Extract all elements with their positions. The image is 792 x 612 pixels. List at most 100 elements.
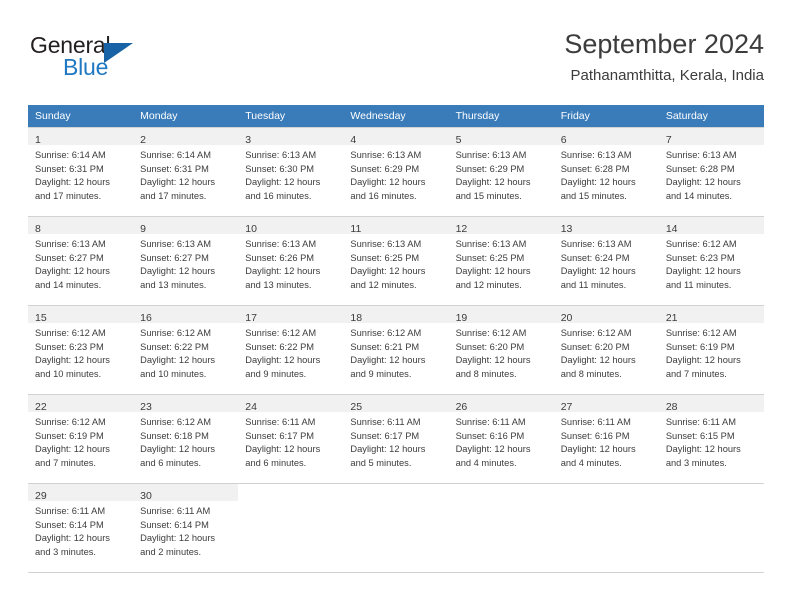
daylight-text-line2: and 17 minutes. <box>140 190 207 201</box>
weekday-header-sunday: Sunday <box>28 105 134 128</box>
day-cell[interactable]: 20 Sunrise: 6:12 AM Sunset: 6:20 PM Dayligh… <box>553 305 659 395</box>
day-cell[interactable]: 18 Sunrise: 6:12 AM Sunset: 6:21 PM Dayligh… <box>343 305 449 395</box>
day-cell[interactable]: 14 Sunrise: 6:12 AM Sunset: 6:23 PM Dayligh… <box>658 216 764 306</box>
day-cell[interactable]: 30 Sunrise: 6:11 AM Sunset: 6:14 PM Dayligh… <box>133 483 239 572</box>
daylight-text-line2: and 13 minutes. <box>245 279 312 290</box>
daylight-text-line1: Daylight: 12 hours <box>140 355 216 365</box>
daylight-text-line2: and 12 minutes. <box>455 279 522 290</box>
day-cell[interactable]: 2 Sunrise: 6:14 AM Sunset: 6:31 PM Daylight… <box>133 127 239 217</box>
sunset-text: Sunset: 6:16 PM <box>455 430 525 441</box>
daylight-text-line2: and 10 minutes. <box>35 368 102 379</box>
day-cell[interactable]: 9 Sunrise: 6:13 AM Sunset: 6:27 PM Daylight… <box>133 216 239 306</box>
daylight-text-line2: and 14 minutes. <box>665 190 732 201</box>
day-number: 9 <box>140 223 146 235</box>
day-number: 20 <box>560 312 573 324</box>
day-cell[interactable]: 25 Sunrise: 6:11 AM Sunset: 6:17 PM Dayligh… <box>343 394 449 484</box>
daylight-text-line2: and 8 minutes. <box>455 368 517 379</box>
day-number-bar: 22 <box>28 395 134 413</box>
day-cell[interactable]: 15 Sunrise: 6:12 AM Sunset: 6:23 PM Dayligh… <box>28 305 134 395</box>
daylight-text-line2: and 14 minutes. <box>35 279 102 290</box>
day-info: Sunrise: 6:14 AM Sunset: 6:31 PM Daylight:… <box>28 145 133 203</box>
sunrise-text: Sunrise: 6:12 AM <box>140 417 211 427</box>
day-info: Sunrise: 6:13 AM Sunset: 6:29 PM Daylight:… <box>449 145 554 203</box>
day-cell[interactable]: 16 Sunrise: 6:12 AM Sunset: 6:22 PM Dayligh… <box>133 305 239 395</box>
day-cell[interactable]: 23 Sunrise: 6:12 AM Sunset: 6:18 PM Dayligh… <box>133 394 239 484</box>
daylight-text-line2: and 9 minutes. <box>245 368 307 379</box>
day-number: 29 <box>35 490 47 502</box>
day-cell[interactable]: 19 Sunrise: 6:12 AM Sunset: 6:20 PM Dayligh… <box>448 305 554 395</box>
day-info: Sunrise: 6:12 AM Sunset: 6:18 PM Daylight:… <box>133 412 238 470</box>
day-cell[interactable]: 5 Sunrise: 6:13 AM Sunset: 6:29 PM Daylight… <box>448 127 554 217</box>
day-number-bar: 4 <box>343 128 449 146</box>
day-cell[interactable]: 6 Sunrise: 6:13 AM Sunset: 6:28 PM Daylight… <box>553 127 659 217</box>
daylight-text-line2: and 16 minutes. <box>350 190 417 201</box>
sunset-text: Sunset: 6:31 PM <box>35 163 104 174</box>
daylight-text-line1: Daylight: 12 hours <box>350 177 426 187</box>
day-number-bar: 14 <box>658 217 764 235</box>
sunrise-text: Sunrise: 6:12 AM <box>350 328 422 338</box>
day-number-bar: 27 <box>553 395 659 413</box>
day-number: 22 <box>35 401 47 413</box>
day-number: 6 <box>560 134 567 146</box>
daylight-text-line2: and 3 minutes. <box>35 546 96 557</box>
sunset-text: Sunset: 6:17 PM <box>245 430 315 441</box>
sunrise-text: Sunrise: 6:13 AM <box>245 239 317 249</box>
daylight-text-line2: and 4 minutes. <box>455 457 517 468</box>
day-info: Sunrise: 6:12 AM Sunset: 6:22 PM Daylight:… <box>238 323 343 381</box>
day-number: 4 <box>350 134 357 146</box>
weekday-header-wednesday: Wednesday <box>343 105 449 128</box>
day-info: Sunrise: 6:11 AM Sunset: 6:17 PM Daylight:… <box>238 412 343 470</box>
calendar-week-row: 15 Sunrise: 6:12 AM Sunset: 6:23 PM Dayligh… <box>28 305 764 395</box>
day-cell[interactable]: 8 Sunrise: 6:13 AM Sunset: 6:27 PM Daylight… <box>28 216 134 306</box>
day-cell[interactable]: 3 Sunrise: 6:13 AM Sunset: 6:30 PM Daylight… <box>238 127 344 217</box>
generalblue-logo[interactable]: General Blue <box>30 32 210 90</box>
day-number-bar: 25 <box>343 395 449 413</box>
calendar-container: Sunday Monday Tuesday Wednesday Thursday… <box>28 105 764 573</box>
sunset-text: Sunset: 6:30 PM <box>245 163 315 174</box>
day-number: 12 <box>455 223 468 235</box>
day-cell[interactable]: 1 Sunrise: 6:14 AM Sunset: 6:31 PM Daylight… <box>28 127 134 217</box>
empty-day-cell <box>553 483 659 572</box>
day-number-bar: 21 <box>658 306 764 324</box>
day-cell[interactable]: 17 Sunrise: 6:12 AM Sunset: 6:22 PM Dayligh… <box>238 305 344 395</box>
daylight-text-line1: Daylight: 12 hours <box>350 444 426 454</box>
day-cell[interactable]: 10 Sunrise: 6:13 AM Sunset: 6:26 PM Dayligh… <box>238 216 344 306</box>
day-number-bar: 30 <box>133 484 239 502</box>
day-cell[interactable]: 13 Sunrise: 6:13 AM Sunset: 6:24 PM Dayligh… <box>553 216 659 306</box>
sunset-text: Sunset: 6:27 PM <box>140 252 209 263</box>
day-info: Sunrise: 6:11 AM Sunset: 6:17 PM Daylight:… <box>343 412 448 470</box>
sunrise-text: Sunrise: 6:11 AM <box>560 417 631 427</box>
daylight-text-line1: Daylight: 12 hours <box>560 177 636 187</box>
weekday-header-friday: Friday <box>553 105 659 128</box>
daylight-text-line2: and 6 minutes. <box>245 457 307 468</box>
daylight-text-line2: and 2 minutes. <box>140 546 202 557</box>
sunrise-text: Sunrise: 6:13 AM <box>350 239 422 249</box>
day-number-bar: 18 <box>343 306 449 324</box>
logo-text-blue: Blue <box>63 54 109 80</box>
daylight-text-line1: Daylight: 12 hours <box>560 355 636 365</box>
day-cell[interactable]: 28 Sunrise: 6:11 AM Sunset: 6:15 PM Dayligh… <box>658 394 764 484</box>
day-cell[interactable]: 21 Sunrise: 6:12 AM Sunset: 6:19 PM Dayligh… <box>658 305 764 395</box>
day-cell[interactable]: 27 Sunrise: 6:11 AM Sunset: 6:16 PM Dayligh… <box>553 394 659 484</box>
day-number: 15 <box>35 312 47 324</box>
day-cell[interactable]: 26 Sunrise: 6:11 AM Sunset: 6:16 PM Dayligh… <box>448 394 554 484</box>
day-cell[interactable]: 24 Sunrise: 6:11 AM Sunset: 6:17 PM Dayligh… <box>238 394 344 484</box>
day-cell[interactable]: 11 Sunrise: 6:13 AM Sunset: 6:25 PM Dayligh… <box>343 216 449 306</box>
daylight-text-line2: and 8 minutes. <box>560 368 622 379</box>
logo-triangle-icon <box>104 43 133 63</box>
day-cell[interactable]: 4 Sunrise: 6:13 AM Sunset: 6:29 PM Daylight… <box>343 127 449 217</box>
sunrise-text: Sunrise: 6:13 AM <box>245 150 317 160</box>
sunrise-text: Sunrise: 6:11 AM <box>455 417 526 427</box>
day-number: 27 <box>560 401 573 413</box>
weekday-header-monday: Monday <box>133 105 239 128</box>
daylight-text-line1: Daylight: 12 hours <box>455 266 531 276</box>
day-cell[interactable]: 12 Sunrise: 6:13 AM Sunset: 6:25 PM Dayligh… <box>448 216 554 306</box>
day-cell[interactable]: 7 Sunrise: 6:13 AM Sunset: 6:28 PM Daylight… <box>658 127 764 217</box>
daylight-text-line1: Daylight: 12 hours <box>560 266 636 276</box>
day-info: Sunrise: 6:13 AM Sunset: 6:30 PM Daylight:… <box>238 145 343 203</box>
day-cell[interactable]: 22 Sunrise: 6:12 AM Sunset: 6:19 PM Dayligh… <box>28 394 134 484</box>
day-number: 16 <box>140 312 152 324</box>
day-info: Sunrise: 6:13 AM Sunset: 6:25 PM Daylight:… <box>449 234 554 292</box>
day-cell[interactable]: 29 Sunrise: 6:11 AM Sunset: 6:14 PM Dayligh… <box>28 483 134 572</box>
sunrise-text: Sunrise: 6:11 AM <box>140 506 211 516</box>
